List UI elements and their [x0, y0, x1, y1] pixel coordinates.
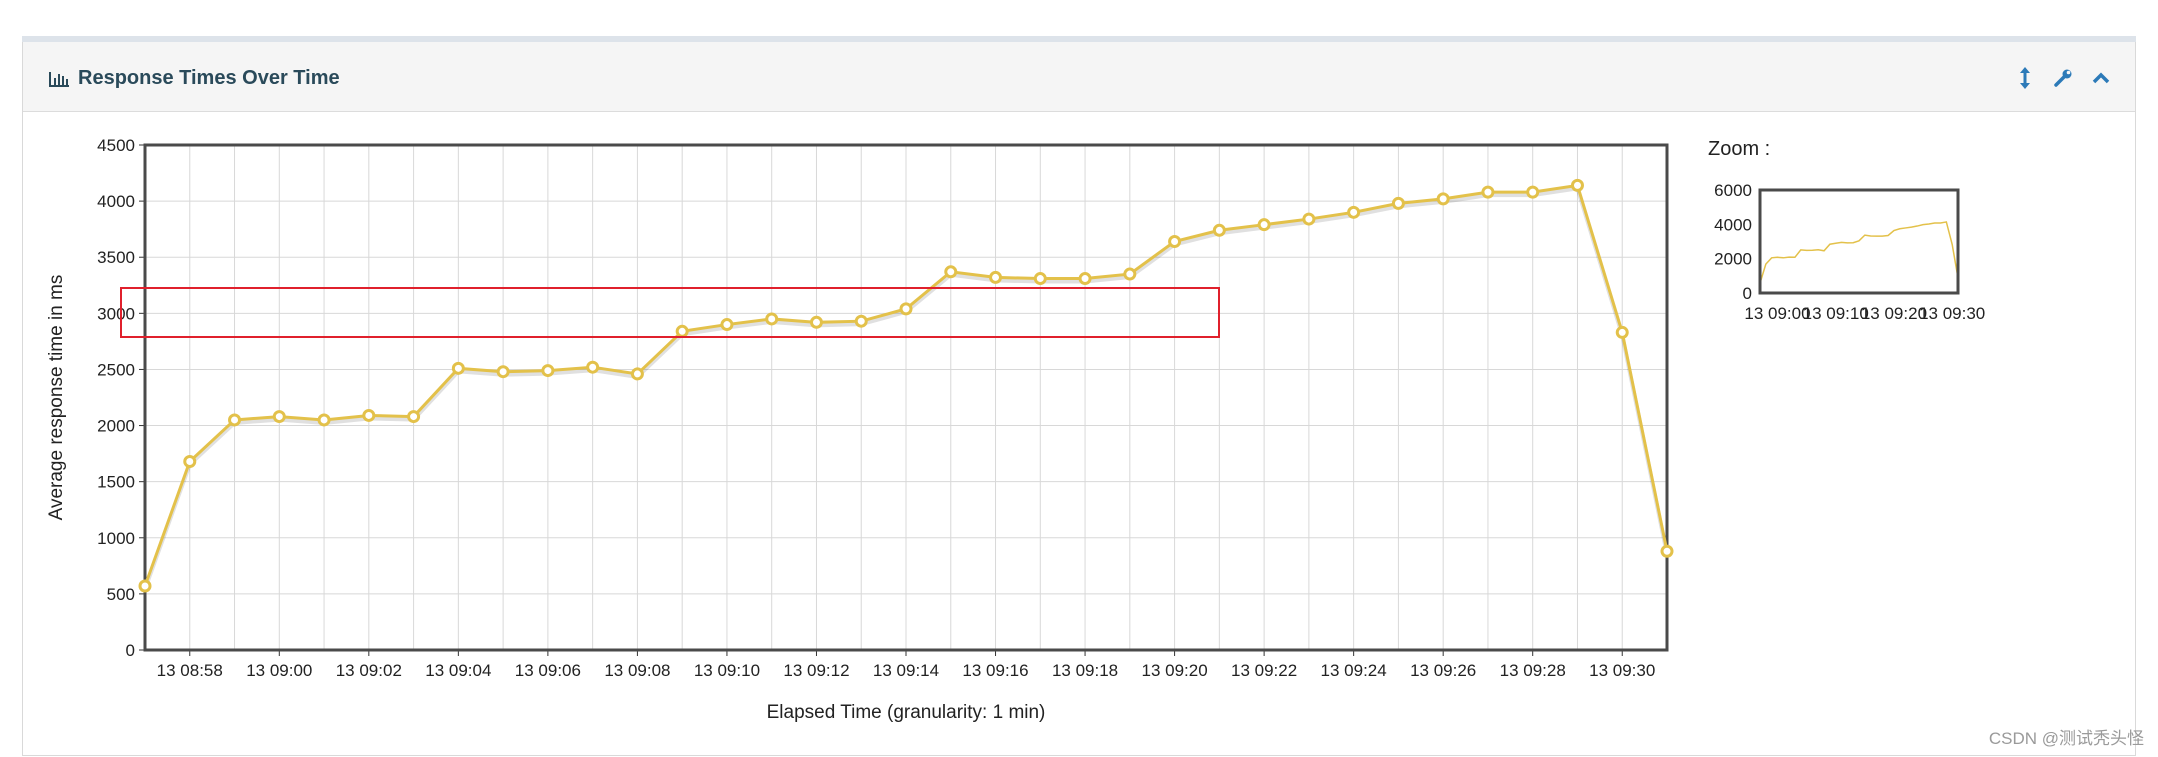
x-tick-label: 13 09:22 [1231, 661, 1297, 680]
data-point [1347, 205, 1361, 219]
y-axis-title: Average response time in ms [46, 275, 67, 521]
x-tick-label: 13 09:20 [1141, 661, 1207, 680]
data-point [1526, 185, 1540, 199]
data-point [1257, 218, 1271, 232]
data-point [362, 408, 376, 422]
data-point [1078, 272, 1092, 286]
data-point [1168, 235, 1182, 249]
data-point [496, 365, 510, 379]
x-tick-label: 13 09:30 [1589, 661, 1655, 680]
y-tick-label: 2500 [97, 360, 135, 379]
y-tick-label: 4500 [97, 136, 135, 155]
zoom-y-tick-label: 2000 [1714, 250, 1752, 269]
zoom-x-tick-label: 13 09:30 [1919, 304, 1985, 323]
data-point [451, 361, 465, 375]
y-tick-label: 0 [126, 641, 135, 660]
data-point [1123, 267, 1137, 281]
x-tick-label: 13 09:02 [336, 661, 402, 680]
data-point [1391, 196, 1405, 210]
zoom-x-tick-label: 13 09:00 [1744, 304, 1810, 323]
y-tick-label: 1000 [97, 529, 135, 548]
x-tick-label: 13 09:16 [962, 661, 1028, 680]
zoom-y-tick-label: 6000 [1714, 181, 1752, 200]
data-point [989, 270, 1003, 284]
data-point [1570, 178, 1584, 192]
data-point [541, 364, 555, 378]
x-tick-label: 13 09:06 [515, 661, 581, 680]
zoom-label: Zoom : [1708, 138, 1770, 160]
zoom-y-tick-label: 0 [1743, 284, 1752, 303]
x-tick-label: 13 09:04 [425, 661, 491, 680]
data-point [138, 579, 152, 593]
y-tick-label: 3500 [97, 248, 135, 267]
x-tick-label: 13 09:12 [783, 661, 849, 680]
data-point [1481, 185, 1495, 199]
data-point [228, 413, 242, 427]
data-point [1302, 212, 1316, 226]
response-times-chart: 05001000150020002500300035004000450013 0… [46, 136, 1985, 723]
x-tick-label: 13 09:10 [694, 661, 760, 680]
zoom-y-tick-label: 4000 [1714, 215, 1752, 234]
annotation-highlight-box [120, 287, 1220, 338]
x-axis-title: Elapsed Time (granularity: 1 min) [767, 702, 1046, 723]
x-tick-label: 13 09:18 [1052, 661, 1118, 680]
y-tick-label: 1500 [97, 473, 135, 492]
y-tick-label: 2000 [97, 417, 135, 436]
data-point [317, 413, 331, 427]
x-tick-label: 13 09:28 [1500, 661, 1566, 680]
zoom-x-tick-label: 13 09:20 [1861, 304, 1927, 323]
x-tick-label: 13 09:08 [604, 661, 670, 680]
zoom-series-line [1759, 221, 1959, 284]
data-point [630, 367, 644, 381]
data-point [183, 454, 197, 468]
watermark: CSDN @测试秃头怪 [1988, 729, 2144, 748]
data-point [1615, 325, 1629, 339]
data-point [586, 360, 600, 374]
x-tick-label: 13 09:26 [1410, 661, 1476, 680]
x-tick-label: 13 09:00 [246, 661, 312, 680]
data-point [1436, 192, 1450, 206]
y-tick-label: 500 [107, 585, 135, 604]
data-point [1660, 544, 1674, 558]
data-point [1212, 223, 1226, 237]
data-point [1033, 272, 1047, 286]
data-point [944, 265, 958, 279]
zoom-x-tick-label: 13 09:10 [1803, 304, 1869, 323]
data-point [407, 410, 421, 424]
y-tick-label: 4000 [97, 192, 135, 211]
data-point [272, 410, 286, 424]
x-tick-label: 13 09:14 [873, 661, 939, 680]
x-tick-label: 13 08:58 [157, 661, 223, 680]
x-tick-label: 13 09:24 [1321, 661, 1387, 680]
